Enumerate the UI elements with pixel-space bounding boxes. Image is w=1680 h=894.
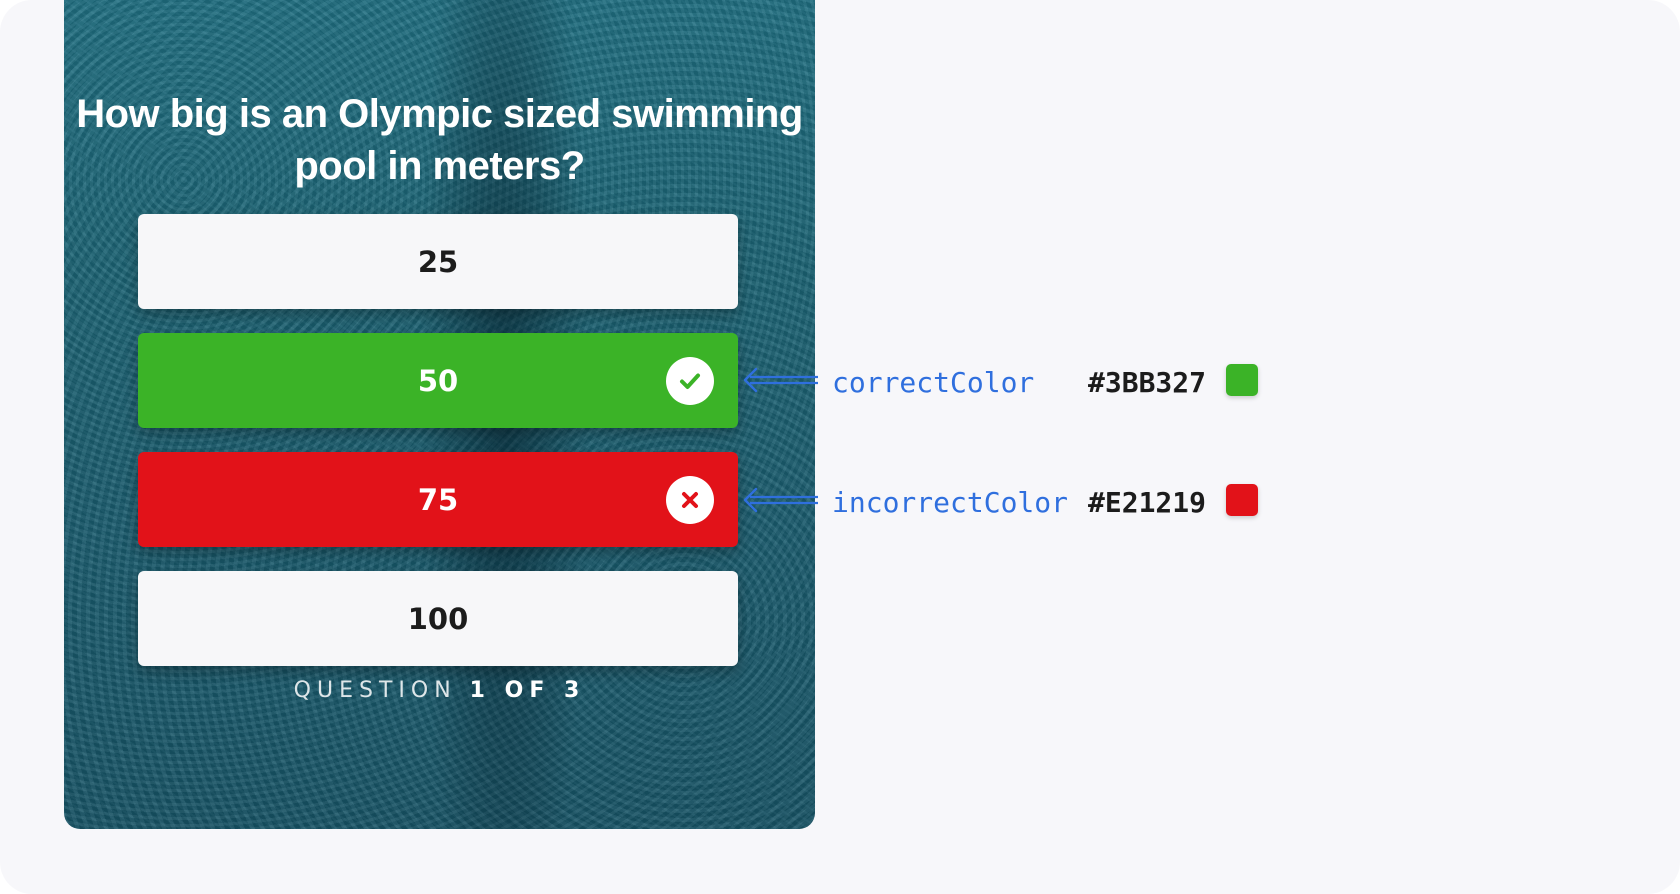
answer-option-50[interactable]: 50 <box>138 333 738 428</box>
answer-label: 75 <box>417 482 459 517</box>
quiz-card: How big is an Olympic sized swimming poo… <box>64 0 815 829</box>
incorrect-color-name: incorrectColor <box>832 486 1069 519</box>
answer-option-100[interactable]: 100 <box>138 571 738 666</box>
correct-color-annotation: correctColor #3BB327 <box>740 360 1280 400</box>
check-icon <box>666 356 714 405</box>
answer-option-25[interactable]: 25 <box>138 214 738 309</box>
answer-label: 25 <box>417 244 459 279</box>
x-icon <box>666 475 714 524</box>
progress-count: 1 OF 3 <box>469 678 586 703</box>
question-title: How big is an Olympic sized swimming poo… <box>76 92 803 188</box>
correct-color-hex: #3BB327 <box>1088 366 1207 399</box>
incorrect-color-swatch <box>1226 484 1258 516</box>
answer-list: 25 50 75 100 <box>138 214 738 690</box>
canvas: How big is an Olympic sized swimming poo… <box>0 0 1680 894</box>
answer-label: 50 <box>417 363 459 398</box>
correct-color-name: correctColor <box>832 366 1035 399</box>
answer-option-75[interactable]: 75 <box>138 452 738 547</box>
incorrect-color-annotation: incorrectColor #E21219 <box>740 480 1280 520</box>
arrow-left-icon <box>743 367 818 393</box>
progress-prefix: QUESTION <box>293 678 457 703</box>
incorrect-color-hex: #E21219 <box>1088 486 1207 519</box>
arrow-left-icon <box>743 487 818 513</box>
question-progress: QUESTION 1 OF 3 <box>64 678 815 703</box>
correct-color-swatch <box>1226 364 1258 396</box>
answer-label: 100 <box>407 601 469 636</box>
